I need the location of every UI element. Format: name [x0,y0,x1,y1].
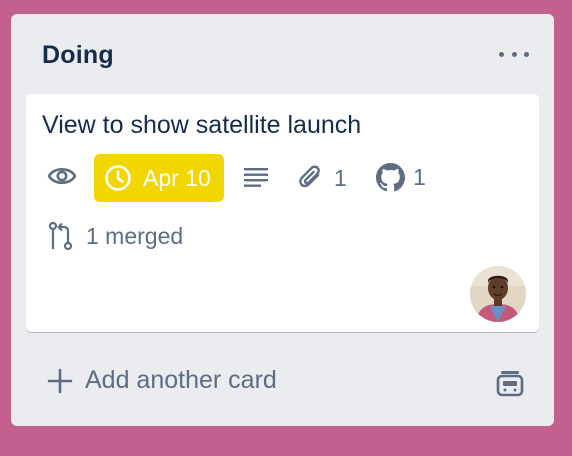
eye-icon [47,167,77,185]
list-menu-button[interactable] [499,44,529,64]
add-card-label: Add another card [85,366,277,394]
card-template-button[interactable] [496,369,524,402]
description-badge [243,166,269,188]
due-date-label: Apr 10 [143,164,211,191]
avatar[interactable] [470,266,526,322]
card-title: View to show satellite launch [42,111,362,139]
more-icon-dot [524,51,529,57]
card[interactable]: View to show satellite launch Apr 10 1 1… [26,94,539,332]
due-date-badge[interactable]: Apr 10 [94,154,224,202]
github-icon [376,163,405,192]
more-icon-dot [511,51,517,57]
add-card-button[interactable]: Add another card [47,366,277,395]
attachments-count: 1 [334,164,347,191]
avatar-image [470,266,526,322]
list-title[interactable]: Doing [42,41,114,70]
attachments-badge: 1 [298,164,347,192]
more-icon [499,51,504,57]
clock-icon [105,165,131,191]
watch-badge [47,164,77,188]
pull-request-icon [48,221,73,251]
description-icon [244,168,268,187]
pull-request-status: 1 merged [86,222,184,249]
github-count: 1 [413,164,426,190]
card-template-icon [496,371,524,397]
pull-request-badge: 1 merged [48,221,183,251]
plus-icon [47,368,73,393]
github-badge: 1 [376,163,426,192]
list-doing: Doing View to show satellite launch Apr … [11,14,554,426]
paperclip-icon [299,165,320,188]
